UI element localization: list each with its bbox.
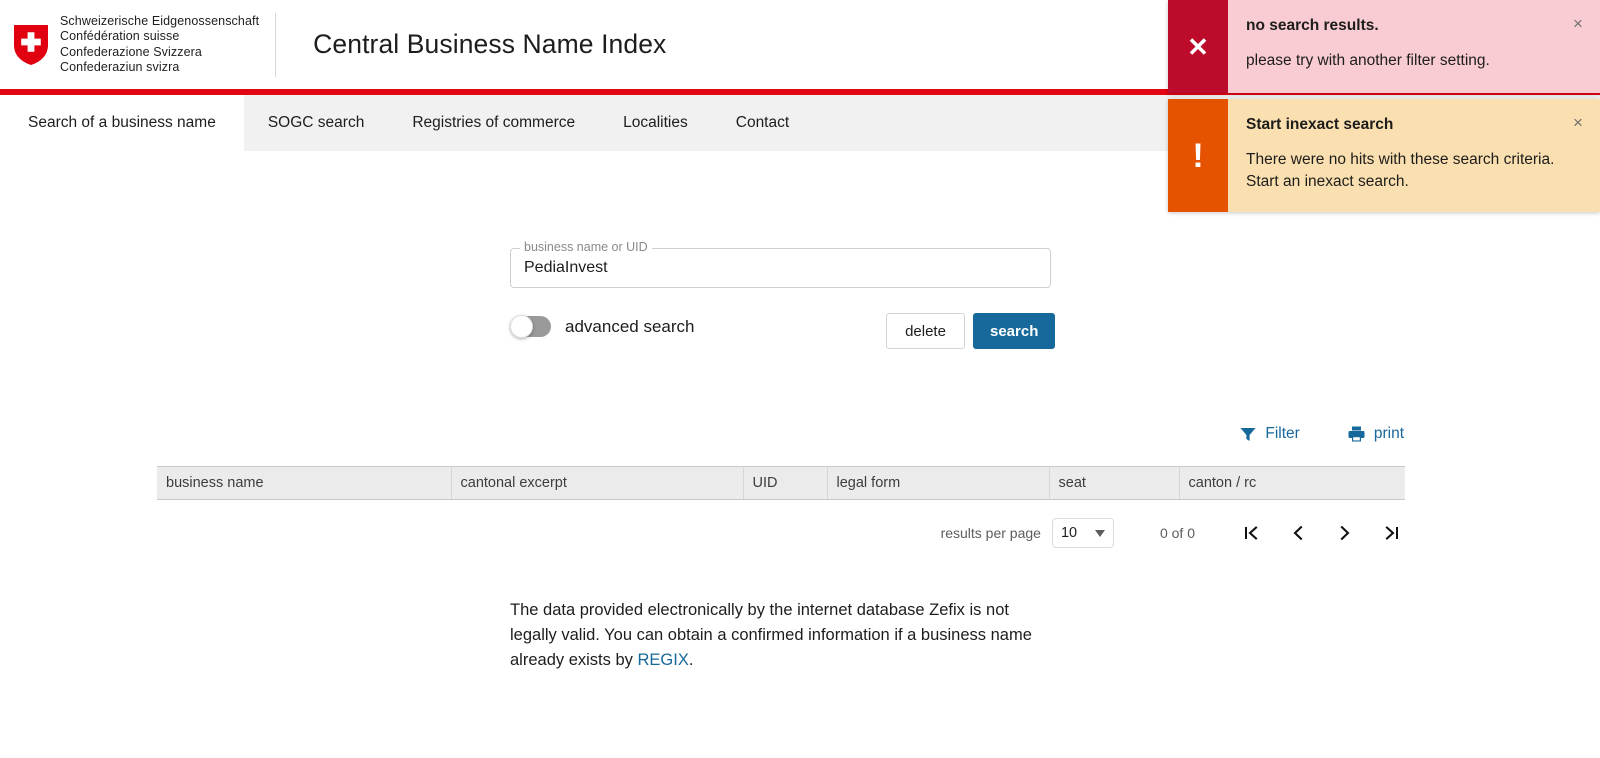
disclaimer-text-end: .	[688, 651, 694, 669]
first-page-icon	[1245, 526, 1258, 540]
search-input[interactable]	[511, 249, 1049, 286]
column-header-legal-form[interactable]: legal form	[827, 466, 1050, 500]
column-header-cantonal-excerpt[interactable]: cantonal excerpt	[451, 466, 744, 500]
header-divider	[275, 12, 277, 77]
first-page-button[interactable]	[1239, 520, 1263, 546]
delete-button[interactable]: delete	[886, 313, 965, 349]
warning-toast-title: Start inexact search	[1246, 116, 1394, 133]
page-title: Central Business Name Index	[313, 29, 667, 59]
notification-no-search-results: ✕ no search results. please try with ano…	[1168, 0, 1600, 93]
chevron-right-icon	[1340, 525, 1350, 541]
print-label: print	[1373, 425, 1404, 442]
previous-page-button[interactable]	[1286, 520, 1310, 546]
exclamation-icon: !	[1192, 136, 1204, 175]
table-header-row: business name cantonal excerpt UID legal…	[157, 466, 1405, 500]
results-table: business name cantonal excerpt UID legal…	[157, 466, 1405, 500]
error-toast-title: no search results.	[1246, 17, 1379, 34]
business-name-field-wrapper: business name or UID	[510, 240, 1051, 288]
tab-registries-of-commerce[interactable]: Registries of commerce	[388, 95, 599, 151]
filter-icon	[1240, 427, 1256, 441]
error-toast-body: no search results. please try with anoth…	[1228, 0, 1600, 93]
close-x-icon: ✕	[1187, 31, 1209, 62]
chevron-down-icon	[1094, 529, 1105, 537]
error-toast-message: please try with another filter setting.	[1246, 52, 1490, 69]
page-range-label: 0 of 0	[1159, 525, 1195, 541]
tab-contact[interactable]: Contact	[712, 95, 813, 151]
print-icon	[1348, 426, 1365, 442]
column-header-canton-rc[interactable]: canton / rc	[1179, 466, 1405, 500]
error-toast-close-button[interactable]: ×	[1568, 13, 1588, 33]
confed-line-rm: Confederaziun svizra	[60, 59, 180, 74]
search-button[interactable]: search	[973, 313, 1056, 349]
next-page-button[interactable]	[1333, 520, 1357, 546]
results-per-page-select[interactable]: 10	[1051, 518, 1114, 548]
tab-localities[interactable]: Localities	[599, 95, 712, 151]
chevron-left-icon	[1293, 525, 1303, 541]
tab-search-of-a-business-name[interactable]: Search of a business name	[0, 95, 244, 151]
disclaimer-text: The data provided electronically by the …	[510, 601, 1032, 669]
warning-toast-body: Start inexact search There were no hits …	[1228, 99, 1600, 212]
notification-start-inexact-search: ! Start inexact search There were no hit…	[1168, 99, 1600, 212]
confederation-logo-block: Schweizerische Eidgenossenschaft Confédé…	[0, 12, 259, 78]
last-page-button[interactable]	[1380, 520, 1404, 546]
confed-line-de: Schweizerische Eidgenossenschaft	[60, 14, 260, 29]
confed-line-fr: Confédération suisse	[60, 29, 180, 44]
paginator: results per page 10 0 of 0	[0, 516, 1600, 550]
warning-toast-close-button[interactable]: ×	[1568, 112, 1588, 132]
last-page-icon	[1385, 526, 1398, 540]
regix-link[interactable]: REGIX	[637, 651, 688, 669]
advanced-search-label: advanced search	[565, 316, 695, 336]
toggle-knob	[510, 315, 533, 338]
column-header-business-name[interactable]: business name	[157, 466, 452, 500]
confederation-names: Schweizerische Eidgenossenschaft Confédé…	[60, 14, 259, 75]
warning-toast-message: There were no hits with these search cri…	[1246, 151, 1555, 190]
swiss-cross-icon	[14, 24, 48, 65]
filter-label: Filter	[1265, 425, 1300, 442]
warning-icon-column: !	[1168, 99, 1228, 212]
column-header-seat[interactable]: seat	[1049, 466, 1180, 500]
search-actions: delete search	[886, 313, 1056, 349]
tab-sogc-search[interactable]: SOGC search	[244, 95, 388, 151]
results-toolbar: Filter print	[0, 418, 1600, 450]
confed-line-it: Confederazione Svizzera	[60, 44, 202, 59]
results-per-page-value: 10	[1060, 525, 1078, 541]
zefix-page: Schweizerische Eidgenossenschaft Confédé…	[0, 0, 1600, 758]
pagination-arrows	[1239, 520, 1404, 546]
legal-disclaimer: The data provided electronically by the …	[510, 598, 1058, 673]
error-icon-column: ✕	[1168, 0, 1228, 93]
filter-button[interactable]: Filter	[1240, 425, 1300, 443]
results-per-page-label: results per page	[940, 525, 1041, 541]
column-header-uid[interactable]: UID	[743, 466, 828, 500]
print-button[interactable]: print	[1348, 425, 1404, 443]
advanced-search-row: advanced search	[510, 315, 695, 338]
advanced-search-toggle[interactable]	[510, 315, 551, 338]
